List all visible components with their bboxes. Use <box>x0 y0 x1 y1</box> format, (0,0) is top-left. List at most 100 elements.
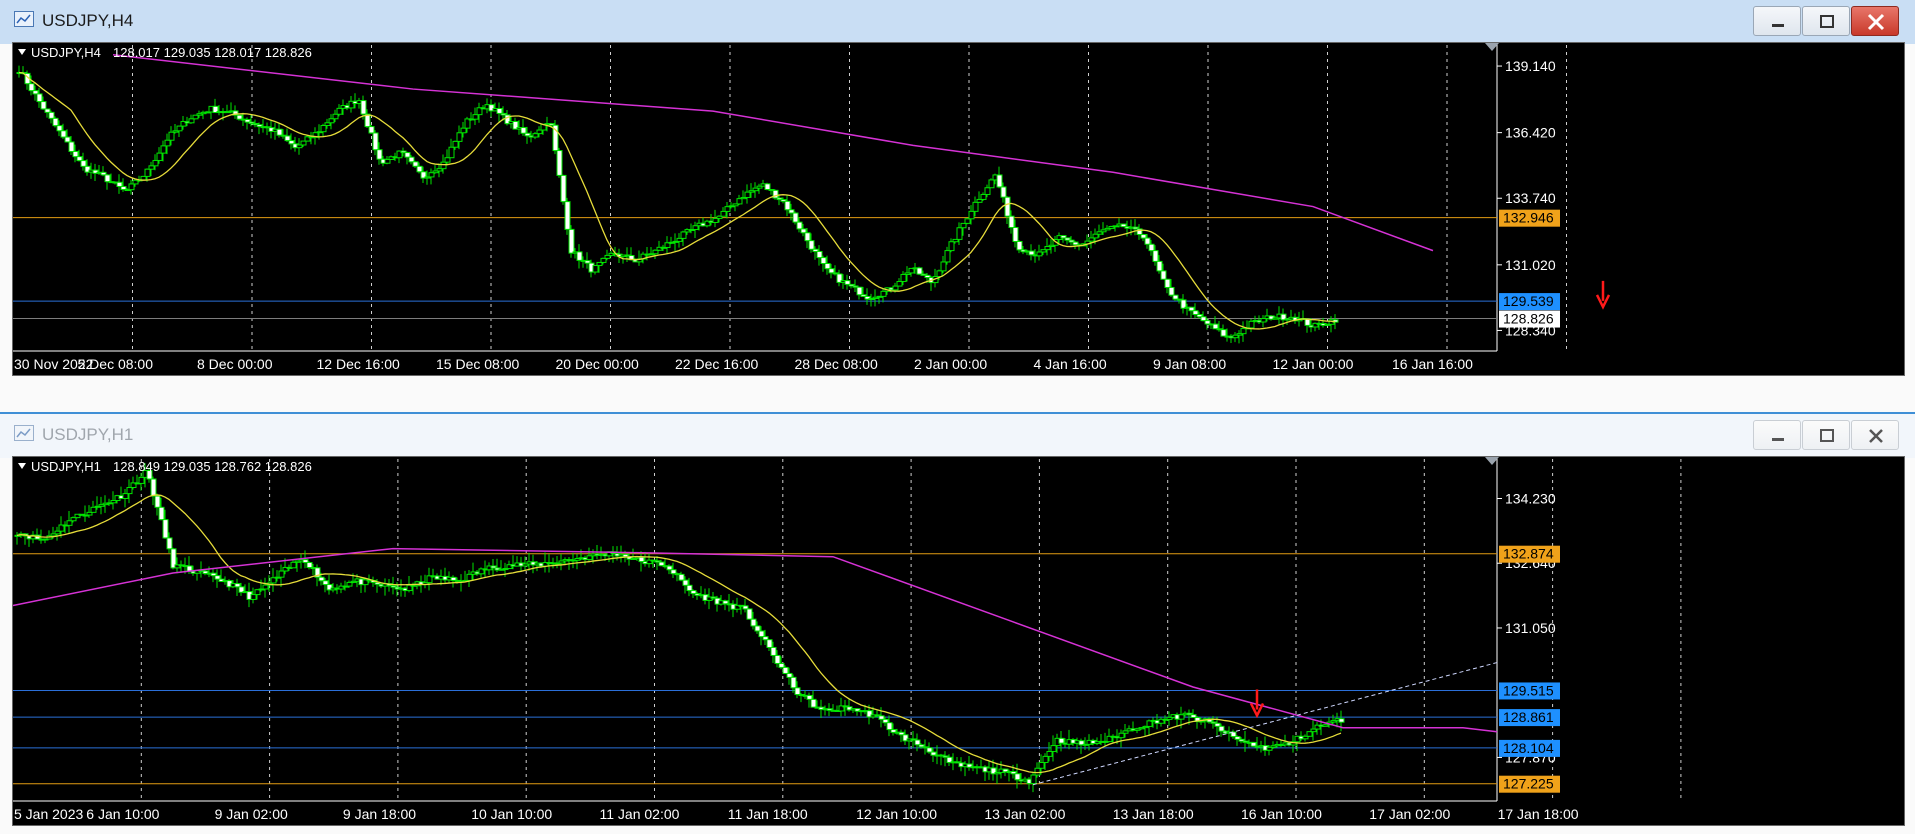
bullish-candle <box>440 161 447 170</box>
bearish-candle <box>824 263 831 270</box>
bearish-candle <box>404 152 411 158</box>
bullish-candle <box>1260 317 1267 323</box>
bearish-candle <box>774 654 781 664</box>
bullish-candle <box>972 201 979 212</box>
time-axis-label: 17 Jan 18:00 <box>1498 806 1579 822</box>
bearish-candle <box>794 687 801 696</box>
bearish-candle <box>60 130 67 138</box>
bullish-candle <box>936 270 943 278</box>
time-axis-label: 10 Jan 10:00 <box>471 806 552 822</box>
bearish-candle <box>1028 250 1035 256</box>
bearish-candle <box>804 232 811 242</box>
minimize-icon <box>1772 24 1784 27</box>
bearish-candle <box>792 212 799 223</box>
bearish-candle <box>1200 316 1207 322</box>
bearish-candle <box>926 747 933 753</box>
bullish-candle <box>346 581 353 587</box>
bearish-candle <box>564 201 571 230</box>
bearish-candle <box>568 228 575 254</box>
bullish-candle <box>712 217 719 223</box>
bullish-candle <box>122 493 129 499</box>
bearish-candle <box>996 174 1003 188</box>
bearish-candle <box>1016 240 1023 251</box>
time-axis-label: 16 Jan 10:00 <box>1241 806 1322 822</box>
bullish-candle <box>320 124 327 133</box>
chart-window-h4[interactable]: USDJPY,H4 30 Nov 2022 5 Dec 08:00 8 Dec 00… <box>0 0 1915 414</box>
bullish-candle <box>472 114 479 120</box>
bullish-candle <box>460 127 467 134</box>
chart-canvas[interactable]: 5 Jan 2023 6 Jan 10:00 9 Jan 02:00 9 Jan 18… <box>12 456 1905 826</box>
ohlc-readout: 128.849 129.035 128.762 128.826 <box>113 459 312 474</box>
bearish-candle <box>166 537 173 550</box>
bullish-candle <box>144 168 151 177</box>
time-axis-label: 20 Dec 00:00 <box>556 356 639 372</box>
close-button[interactable] <box>1851 6 1899 36</box>
bullish-candle <box>444 157 451 163</box>
bearish-candle <box>766 639 773 648</box>
minimize-button[interactable] <box>1753 6 1801 36</box>
bullish-candle <box>1046 750 1053 757</box>
bearish-candle <box>1140 234 1147 239</box>
bullish-candle <box>384 158 391 164</box>
chart-canvas[interactable]: 30 Nov 2022 5 Dec 08:00 8 Dec 00:00 12 Dec … <box>12 42 1905 376</box>
minimize-button[interactable] <box>1753 420 1801 450</box>
bullish-candle <box>164 139 171 147</box>
chart-app-icon <box>14 425 34 441</box>
chart-window-h1[interactable]: USDJPY,H1 5 Jan 2023 6 Jan 10:00 9 Jan 02:… <box>0 414 1915 834</box>
bullish-candle <box>1034 767 1041 776</box>
time-axis-label: 4 Jan 16:00 <box>1034 356 1107 372</box>
bullish-candle <box>262 584 269 590</box>
close-icon <box>1869 429 1883 443</box>
signal-arrow-down-icon <box>1595 280 1611 310</box>
bearish-candle <box>764 183 771 190</box>
price-chart-h4[interactable]: 30 Nov 20225 Dec 08:00 8 Dec 00:00 12 Dec … <box>13 43 1906 377</box>
close-button[interactable] <box>1851 420 1899 450</box>
time-axis-label: 12 Jan 00:00 <box>1273 356 1354 372</box>
bullish-candle <box>896 281 903 287</box>
window-title: USDJPY,H4 <box>42 11 134 30</box>
bullish-candle <box>128 183 135 191</box>
bullish-candle <box>892 285 899 291</box>
bullish-candle <box>988 179 995 189</box>
bearish-candle <box>770 646 777 656</box>
bearish-candle <box>1004 196 1011 217</box>
bullish-candle <box>960 222 967 229</box>
bearish-candle <box>1014 773 1021 781</box>
maximize-button[interactable] <box>1802 6 1850 36</box>
bearish-candle <box>1160 270 1167 280</box>
bearish-candle <box>844 280 851 285</box>
title-bar[interactable]: USDJPY,H1 <box>0 414 1915 458</box>
bullish-candle <box>880 290 887 297</box>
bullish-candle <box>720 210 727 217</box>
bullish-candle <box>536 129 543 135</box>
price-chart-h1[interactable]: 5 Jan 2023 6 Jan 10:00 9 Jan 02:00 9 Jan 18… <box>13 457 1906 827</box>
bearish-candle <box>416 165 423 173</box>
bearish-candle <box>1250 741 1257 747</box>
price-level-label: 128.826 <box>1503 311 1554 327</box>
bearish-candle <box>28 83 35 92</box>
bearish-candle <box>820 257 827 265</box>
time-axis-label: 5 Dec 08:00 <box>78 356 154 372</box>
bearish-candle <box>576 251 583 261</box>
price-level-label: 132.874 <box>1503 546 1554 562</box>
price-level-label: 129.539 <box>1503 293 1554 309</box>
time-axis-label: 5 Jan 2023 <box>14 806 83 822</box>
bearish-candle <box>806 694 813 700</box>
maximize-button[interactable] <box>1802 420 1850 450</box>
bullish-candle <box>66 520 73 526</box>
bearish-candle <box>368 126 375 134</box>
bearish-candle <box>1156 260 1163 272</box>
bearish-candle <box>76 156 83 162</box>
title-bar[interactable]: USDJPY,H4 <box>0 0 1915 44</box>
bullish-candle <box>456 132 463 142</box>
bearish-candle <box>810 698 817 708</box>
bearish-candle <box>658 561 665 567</box>
symbol-label: USDJPY,H1 <box>31 459 101 474</box>
time-axis-label: 17 Jan 02:00 <box>1369 806 1450 822</box>
bearish-candle <box>816 250 823 259</box>
bearish-candle <box>150 478 157 497</box>
bullish-candle <box>176 125 183 132</box>
bearish-candle <box>48 111 55 119</box>
bearish-candle <box>682 579 689 586</box>
bearish-candle <box>638 556 645 563</box>
